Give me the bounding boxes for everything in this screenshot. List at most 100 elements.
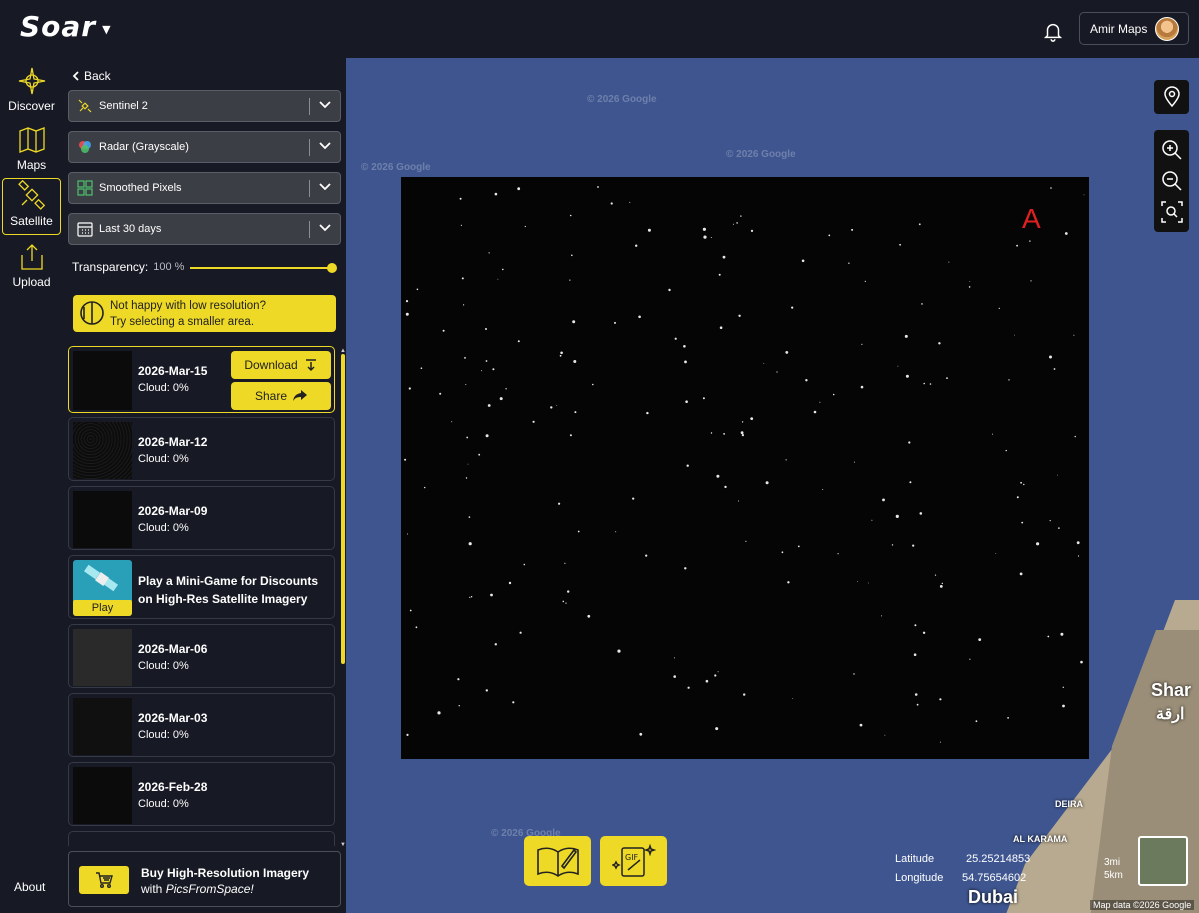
nav-discover[interactable]: Discover (2, 62, 61, 119)
radar-return-point (597, 186, 599, 188)
date-range-select[interactable]: Last 30 days (68, 213, 341, 245)
transparency-slider-handle[interactable] (327, 263, 337, 273)
upload-icon (20, 244, 43, 270)
zoom-out-icon[interactable] (1161, 170, 1183, 192)
radar-return-point (1008, 379, 1010, 381)
results-scrollbar[interactable] (341, 354, 345, 664)
radar-return-point (1030, 280, 1032, 282)
divider (309, 139, 310, 156)
radar-return-point (918, 223, 921, 226)
radar-return-point (1049, 520, 1051, 522)
satellite-image-overlay[interactable] (401, 177, 1089, 759)
layer-select[interactable]: Radar (Grayscale) (68, 131, 341, 163)
satellite-icon (78, 99, 92, 113)
satellite-game-icon (83, 564, 119, 592)
map-type-toggle[interactable] (1138, 836, 1188, 886)
nav-maps[interactable]: Maps (2, 121, 61, 178)
bell-icon[interactable] (1042, 20, 1064, 42)
buy-text: Buy High-Resolution Imagery with PicsFro… (141, 865, 309, 897)
transparency-slider[interactable] (190, 267, 334, 269)
cart-icon (96, 872, 113, 888)
app-header: Soar ▼ Amir Maps (0, 0, 1199, 58)
radar-return-point (743, 693, 746, 696)
radar-return-point (502, 268, 504, 271)
radar-return-point (567, 590, 570, 593)
radar-return-point (722, 255, 726, 259)
result-card[interactable]: 2026-Mar-06 Cloud: 0% (68, 624, 335, 688)
radar-return-point (939, 698, 942, 701)
radar-return-point (934, 574, 937, 576)
soar-logo[interactable]: Soar ▼ (20, 10, 112, 43)
buy-high-res-banner[interactable]: Buy High-Resolution Imagery with PicsFro… (68, 851, 341, 907)
story-map-button[interactable] (524, 836, 591, 886)
radar-return-point (1076, 541, 1080, 545)
radar-return-point (978, 638, 982, 641)
radar-return-point (723, 433, 725, 435)
radar-return-point (461, 277, 464, 280)
result-card[interactable] (68, 831, 335, 846)
color-layers-icon (79, 141, 91, 153)
about-link[interactable]: About (14, 880, 45, 894)
radar-return-point (745, 540, 747, 542)
radar-return-point (738, 500, 739, 502)
result-thumbnail (73, 698, 132, 755)
radar-return-point (1064, 232, 1068, 235)
satellite-select[interactable]: Sentinel 2 (68, 90, 341, 122)
result-card[interactable]: 2026-Mar-09 Cloud: 0% (68, 486, 335, 550)
result-date: 2026-Mar-06 (138, 642, 208, 656)
radar-return-point (1005, 449, 1007, 452)
radar-return-point (494, 192, 498, 196)
radar-return-point (416, 288, 419, 291)
radar-return-point (617, 649, 621, 653)
radar-return-point (466, 436, 469, 439)
radar-return-point (1049, 355, 1052, 359)
radar-return-point (975, 720, 978, 723)
my-location-button[interactable] (1154, 80, 1189, 114)
overlay-label: A (1022, 203, 1041, 234)
result-card[interactable]: 2026-Mar-15 Cloud: 0% Download Share (68, 346, 335, 413)
radar-return-point (638, 315, 641, 319)
result-card[interactable]: 2026-Mar-12 Cloud: 0% (68, 417, 335, 481)
nav-upload[interactable]: Upload (2, 238, 61, 295)
radar-return-point (1014, 334, 1015, 336)
download-button[interactable]: Download (231, 351, 331, 379)
radar-return-point (1029, 240, 1031, 242)
play-button[interactable]: Play (73, 600, 132, 616)
radar-return-point (908, 441, 911, 444)
minigame-promo-card[interactable]: Play Play a Mini-Game for Discounts on H… (68, 555, 335, 619)
radar-return-point (415, 626, 418, 629)
radar-return-point (897, 365, 899, 367)
radar-return-point (573, 360, 577, 363)
radar-return-point (1073, 334, 1075, 336)
radar-return-point (884, 734, 886, 736)
result-card[interactable]: 2026-Feb-28 Cloud: 0% (68, 762, 335, 826)
render-select[interactable]: Smoothed Pixels (68, 172, 341, 204)
user-menu-button[interactable]: Amir Maps (1079, 12, 1189, 45)
radar-return-point (404, 458, 407, 461)
radar-return-point (646, 411, 649, 415)
nav-satellite[interactable]: Satellite (2, 178, 61, 235)
radar-return-point (740, 431, 744, 435)
radar-return-point (465, 384, 467, 385)
scale-miles: 3mi (1104, 857, 1121, 868)
radar-return-point (674, 337, 677, 340)
back-button[interactable]: Back (72, 69, 111, 83)
share-button[interactable]: Share (231, 382, 331, 410)
chevron-down-icon (319, 183, 331, 191)
cart-button[interactable] (79, 866, 129, 894)
radar-return-point (913, 653, 917, 656)
radar-return-point (615, 531, 617, 533)
result-date: 2026-Feb-28 (138, 780, 208, 794)
create-gif-button[interactable]: GIF (600, 836, 667, 886)
zoom-in-icon[interactable] (1161, 139, 1183, 161)
result-card[interactable]: 2026-Mar-03 Cloud: 0% (68, 693, 335, 757)
radar-return-point (1077, 555, 1080, 557)
results-list[interactable]: 2026-Mar-15 Cloud: 0% Download Share 202… (68, 346, 337, 846)
radar-return-point (647, 228, 651, 232)
map-watermark: © 2026 Google (587, 94, 657, 105)
zoom-to-area-icon[interactable] (1160, 201, 1183, 224)
chevron-down-icon[interactable]: ▼ (102, 23, 111, 36)
radar-return-point (860, 385, 864, 389)
notice-line-2: Try selecting a smaller area. (110, 316, 255, 328)
radar-return-point (488, 252, 490, 254)
